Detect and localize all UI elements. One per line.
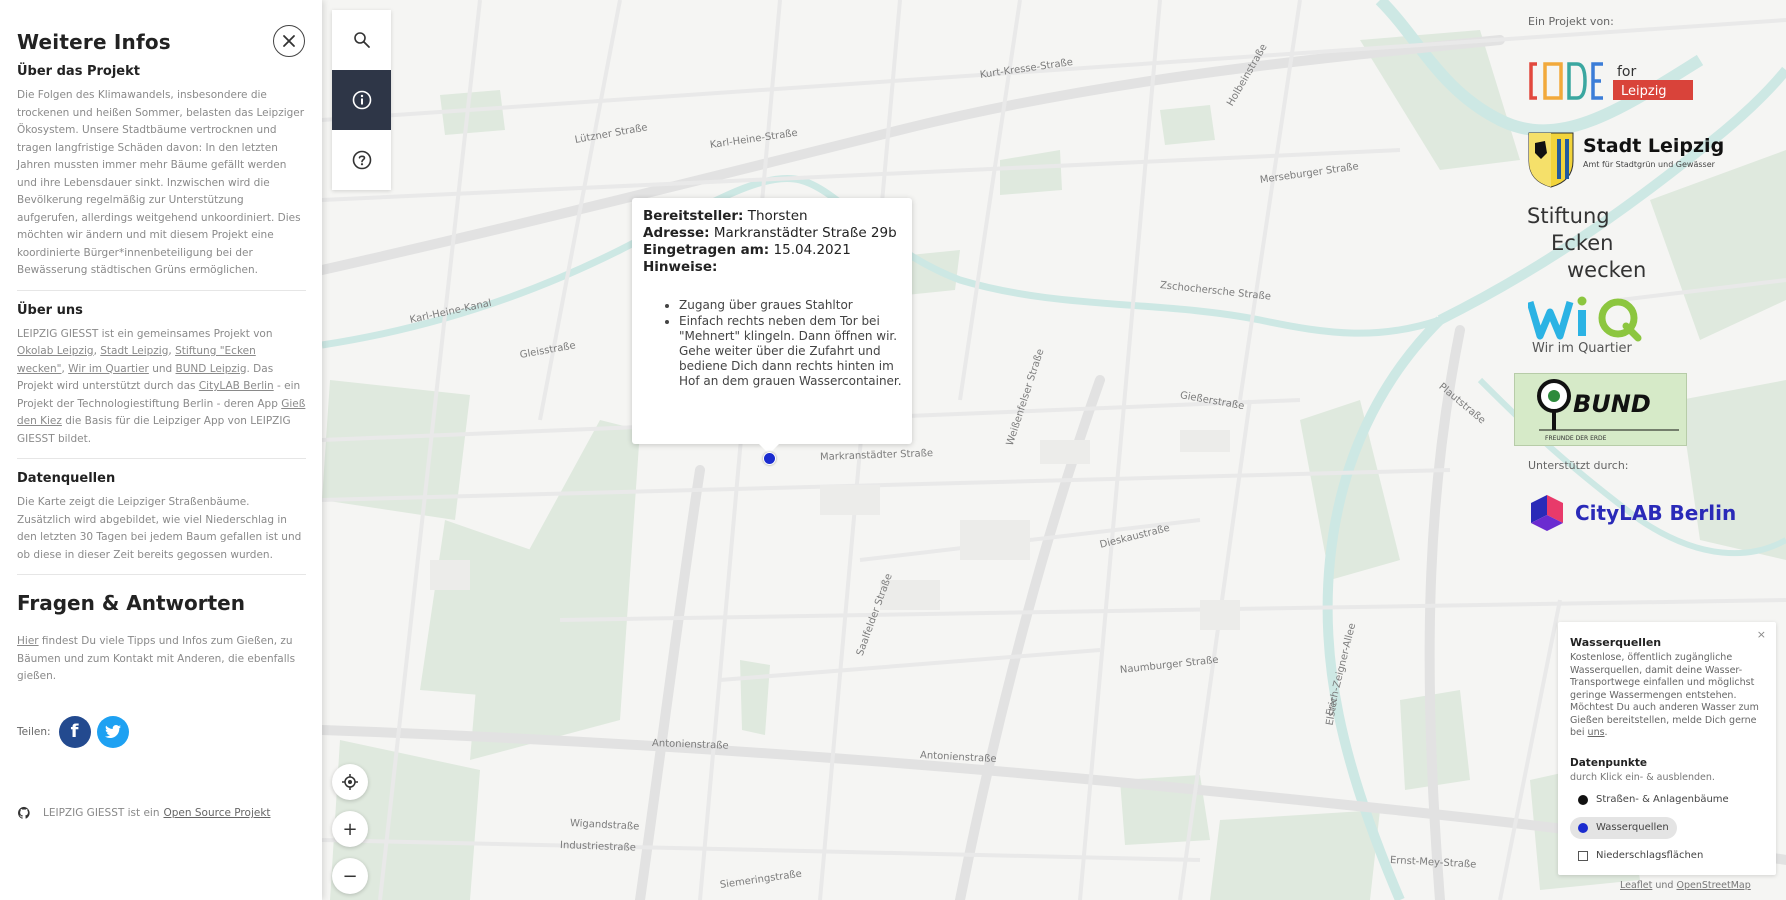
code-for-leipzig-logo[interactable]: for Leipzig: [1527, 58, 1697, 108]
twitter-icon: [104, 724, 121, 738]
sidebar-title: Weitere Infos: [17, 30, 171, 54]
footer: LEIPZIG GIESST ist ein Open Source Proje…: [17, 806, 271, 820]
stadt-leipzig-sub: Amt für Stadtgrün und Gewässer: [1583, 160, 1715, 169]
close-sidebar-button[interactable]: [273, 25, 305, 57]
legend-item-label: Straßen- & Anlagenbäume: [1596, 794, 1729, 805]
legend-item-label: Wasserquellen: [1596, 822, 1669, 833]
project-of-label: Ein Projekt von:: [1528, 15, 1614, 28]
legend-item-water-sources[interactable]: Wasserquellen: [1570, 816, 1677, 839]
map-attribution: Leaflet und OpenStreetMap: [1620, 880, 1751, 891]
legend-panel: × Wasserquellen Kostenlose, öffentlich z…: [1558, 622, 1776, 875]
stadt-leipzig-link[interactable]: Stadt Leipzig: [100, 345, 168, 357]
leaflet-link[interactable]: Leaflet: [1620, 880, 1652, 891]
footer-text: LEIPZIG GIESST ist ein: [43, 807, 160, 819]
stiftung-line-1: Stiftung: [1527, 204, 1610, 228]
legend-title: Wasserquellen: [1570, 636, 1662, 649]
citylab-icon: [1531, 495, 1563, 531]
info-sidebar: Weitere Infos Über das Projekt Die Folge…: [0, 0, 322, 900]
faq-text: Hier findest Du viele Tipps und Infos zu…: [17, 635, 296, 682]
data-sources-heading: Datenquellen: [17, 471, 116, 486]
supported-by-label: Unterstützt durch:: [1528, 459, 1629, 472]
legend-data-heading: Datenpunkte: [1570, 756, 1648, 769]
citylab-name: CityLAB Berlin: [1575, 501, 1737, 525]
stiftung-line-2: Ecken: [1551, 231, 1614, 255]
legend-close-button[interactable]: ×: [1757, 628, 1766, 641]
about-project-heading: Über das Projekt: [17, 64, 140, 79]
legend-item-label: Niederschlagsflächen: [1596, 850, 1704, 861]
svg-text:Leipzig: Leipzig: [1621, 84, 1667, 99]
divider: [17, 289, 306, 291]
popup-provider: Bereitsteller: Thorsten: [643, 208, 808, 224]
share-label: Teilen:: [17, 725, 51, 738]
faq-heading: Fragen & Antworten: [17, 591, 245, 615]
close-icon: [283, 35, 295, 47]
citylab-logo[interactable]: CityLAB Berlin: [1527, 493, 1736, 533]
info-button[interactable]: [332, 70, 391, 130]
water-dot-icon: [1578, 822, 1588, 833]
stadt-leipzig-name: Stadt Leipzig: [1583, 135, 1725, 157]
bund-logo[interactable]: BUND FREUNDE DER ERDE: [1514, 373, 1687, 446]
github-icon: [17, 806, 30, 819]
divider: [17, 458, 306, 459]
water-source-marker[interactable]: [763, 452, 776, 465]
facebook-icon: f: [70, 721, 79, 742]
popup-address: Adresse: Markranstädter Straße 29b: [643, 225, 897, 241]
stadt-leipzig-text: Stadt Leipzig Amt für Stadtgrün und Gewä…: [1583, 135, 1724, 189]
osm-link[interactable]: OpenStreetMap: [1676, 880, 1750, 891]
about-project-text: Die Folgen des Klimawandels, insbesonder…: [17, 89, 305, 276]
citylab-link[interactable]: CityLAB Berlin: [199, 380, 274, 392]
legend-contact-link[interactable]: uns: [1588, 727, 1605, 738]
faq-link[interactable]: Hier: [17, 635, 39, 647]
svg-text:for: for: [1617, 64, 1636, 80]
search-icon: [353, 32, 370, 48]
stiftung-ecken-wecken-logo[interactable]: Stiftung Ecken wecken: [1527, 203, 1646, 284]
wiq-link[interactable]: Wir im Quartier: [68, 363, 149, 375]
bund-mark: BUND FREUNDE DER ERDE: [1537, 379, 1679, 442]
code-for-leipzig-mark: for Leipzig: [1529, 62, 1693, 100]
svg-text:BUND: BUND: [1573, 390, 1651, 418]
popup-note: Zugang über graues Stahltor: [679, 298, 902, 313]
legend-text: Kostenlose, öffentlich zugängliche Wasse…: [1570, 652, 1759, 738]
legend-item-trees[interactable]: Straßen- & Anlagenbäume: [1570, 789, 1737, 811]
about-us-heading: Über uns: [17, 302, 83, 318]
help-icon: [352, 150, 371, 170]
popup-note: Einfach rechts neben dem Tor bei "Mehner…: [679, 314, 902, 389]
divider: [17, 574, 306, 575]
twitter-share-button[interactable]: [96, 715, 129, 748]
info-icon: [352, 90, 371, 110]
leipzig-coat-of-arms-icon: [1528, 132, 1574, 188]
bund-link[interactable]: BUND Leipzig: [176, 363, 247, 375]
legend-data-sub: durch Klick ein- & ausblenden.: [1570, 771, 1715, 783]
locate-icon: [342, 774, 358, 790]
checkbox-icon: [1578, 850, 1588, 861]
open-source-link[interactable]: Open Source Projekt: [164, 807, 271, 819]
locate-button[interactable]: [332, 764, 368, 800]
water-source-popup: Bereitsteller: Thorsten Adresse: Markran…: [632, 198, 912, 444]
svg-text:Wir im Quartier: Wir im Quartier: [1532, 341, 1633, 356]
legend-item-precipitation[interactable]: Niederschlagsflächen: [1570, 845, 1711, 867]
trees-dot-icon: [1578, 794, 1588, 805]
share-row: Teilen: f: [17, 715, 306, 748]
data-sources-text: Die Karte zeigt die Leipziger Straßenbäu…: [17, 496, 302, 561]
stiftung-line-3: wecken: [1567, 258, 1647, 282]
about-us-text: LEIPZIG GIESST ist ein gemeinsames Proje…: [17, 327, 306, 445]
popup-entered: Eingetragen am: 15.04.2021: [643, 242, 851, 258]
tool-column: [332, 10, 391, 190]
wiq-logo[interactable]: Wir im Quartier: [1526, 294, 1668, 360]
popup-notes-label: Hinweise:: [643, 259, 718, 275]
svg-text:FREUNDE DER ERDE: FREUNDE DER ERDE: [1545, 435, 1607, 442]
search-button[interactable]: [332, 10, 391, 70]
stadt-leipzig-logo[interactable]: Stadt Leipzig Amt für Stadtgrün und Gewä…: [1527, 131, 1724, 189]
facebook-share-button[interactable]: f: [58, 715, 91, 748]
zoom-out-button[interactable]: −: [332, 858, 368, 894]
wiq-mark: Wir im Quartier: [1526, 296, 1642, 356]
help-button[interactable]: [332, 130, 391, 190]
minus-icon: −: [342, 865, 358, 887]
plus-icon: +: [342, 818, 358, 840]
popup-notes: Zugang über graues Stahltor Einfach rech…: [679, 298, 902, 389]
okolab-link[interactable]: Okolab Leipzig: [17, 345, 94, 357]
zoom-in-button[interactable]: +: [332, 811, 368, 847]
